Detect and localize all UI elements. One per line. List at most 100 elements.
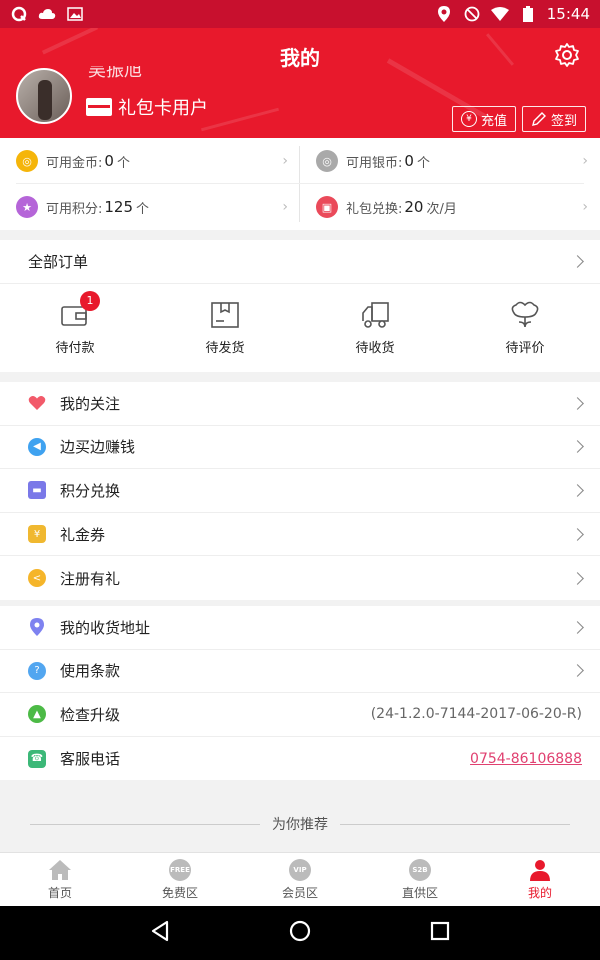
recharge-button[interactable]: ¥ 充值 [452, 106, 517, 132]
menu-item-label: 礼金券 [60, 525, 106, 544]
order-status-label: 待付款 [55, 340, 95, 356]
menu-group-2: 我的收货地址 ? 使用条款 ▲ 检查升级 (24-1.2.0-7144-2017… [0, 606, 600, 781]
silver-label: 可用银币: [346, 155, 403, 171]
menu-item-label: 我的收货地址 [60, 618, 151, 637]
cloud-icon [38, 6, 56, 22]
version-text: (24-1.2.0-7144-2017-06-20-R) [370, 706, 582, 723]
order-pending-review[interactable]: 待评价 [450, 284, 600, 372]
home-icon [49, 859, 71, 880]
order-pending-receipt[interactable]: 待收货 [300, 284, 450, 372]
person-icon [530, 859, 550, 881]
silver-coins-cell[interactable]: ◎ 可用银币: 0 个 › [300, 138, 600, 184]
order-badge: 1 [80, 290, 100, 311]
tab-direct-supply[interactable]: S2B 直供区 [360, 853, 480, 906]
menu-item-terms[interactable]: ? 使用条款 [0, 650, 600, 694]
home-button[interactable] [289, 920, 311, 946]
signin-label: 签到 [551, 113, 578, 129]
points-label: 可用积分: [46, 201, 103, 217]
vip-icon: VIP [289, 858, 311, 881]
order-pending-payment[interactable]: 1 待付款 [0, 284, 150, 372]
share-icon: < [28, 569, 46, 588]
gold-coin-icon: ◎ [16, 150, 38, 172]
tab-home[interactable]: 首页 [0, 853, 120, 906]
gift-icon: ▣ [316, 196, 338, 218]
location-icon [435, 6, 453, 22]
menu-item-favorites[interactable]: 我的关注 [0, 382, 600, 426]
points-value: 125 [104, 198, 134, 216]
back-button[interactable] [150, 920, 170, 946]
recents-square-icon [431, 921, 450, 941]
tab-label: 直供区 [401, 885, 438, 900]
chevron-right-icon [571, 255, 584, 268]
gift-value: 20 [404, 198, 424, 216]
order-status-label: 待评价 [505, 340, 545, 356]
image-icon [66, 6, 84, 22]
avatar[interactable] [16, 68, 72, 124]
wallet-icon: 1 [60, 290, 100, 329]
s2b-icon: S2B [409, 858, 431, 881]
wifi-icon [490, 6, 509, 22]
gift-unit: 次/月 [426, 201, 457, 217]
gift-label: 礼包兑换: [346, 201, 403, 217]
tab-label: 会员区 [281, 885, 318, 900]
tab-free-zone[interactable]: FREE 免费区 [120, 853, 240, 906]
menu-item-check-update[interactable]: ▲ 检查升级 (24-1.2.0-7144-2017-06-20-R) [0, 693, 600, 737]
location-pin-icon [28, 618, 46, 637]
chevron-right-icon [571, 571, 584, 585]
chevron-right-icon: › [582, 153, 588, 169]
megaphone-icon: ◀ [28, 437, 46, 456]
card-icon: ▬ [28, 481, 46, 500]
decorative-shard [200, 107, 280, 132]
menu-item-label: 使用条款 [60, 662, 121, 681]
star-icon: ★ [16, 196, 38, 218]
upgrade-arrow-icon: ▲ [28, 705, 46, 724]
order-status-label: 待收货 [355, 340, 395, 356]
menu-item-label: 检查升级 [60, 705, 121, 724]
points-unit: 个 [136, 201, 150, 217]
tab-member-zone[interactable]: VIP 会员区 [240, 853, 360, 906]
menu-item-earn-while-shopping[interactable]: ◀ 边买边赚钱 [0, 426, 600, 470]
tab-label: 首页 [47, 885, 72, 900]
package-icon [210, 301, 240, 329]
gold-coins-cell[interactable]: ◎ 可用金币: 0 个 › [0, 138, 300, 184]
menu-item-points-exchange[interactable]: ▬ 积分兑换 [0, 469, 600, 513]
menu-item-address[interactable]: 我的收货地址 [0, 606, 600, 650]
truck-icon [360, 301, 390, 329]
chevron-right-icon [571, 664, 584, 678]
chevron-right-icon: › [582, 199, 588, 215]
status-time: 15:44 [546, 5, 590, 23]
chevron-right-icon [571, 396, 584, 410]
order-pending-shipment[interactable]: 待发货 [150, 284, 300, 372]
tab-label: 我的 [527, 885, 552, 900]
menu-item-label: 边买边赚钱 [60, 438, 136, 457]
chevron-right-icon: › [282, 199, 288, 215]
settings-button[interactable] [554, 42, 580, 68]
chevron-right-icon [571, 527, 584, 541]
system-nav-bar [0, 906, 600, 960]
menu-item-gift-voucher[interactable]: ¥ 礼金券 [0, 513, 600, 557]
recharge-label: 充值 [481, 113, 508, 129]
all-orders-row[interactable]: 全部订单 [0, 240, 600, 284]
orders-panel: 全部订单 1 待付款 待发货 待收货 待评价 [0, 240, 600, 372]
menu-item-customer-service[interactable]: ☎ 客服电话 0754-86106888 [0, 737, 600, 781]
user-type: 礼包卡用户 [86, 94, 208, 120]
heart-icon [28, 394, 46, 412]
pencil-icon [532, 112, 546, 126]
recommend-divider: 为你推荐 [0, 796, 600, 852]
gift-exchange-cell[interactable]: ▣ 礼包兑换: 20 次/月 › [300, 184, 600, 230]
tab-mine[interactable]: 我的 [480, 853, 600, 906]
silver-unit: 个 [416, 155, 430, 171]
gift-card-icon [86, 98, 112, 116]
flower-icon [510, 301, 540, 329]
points-cell[interactable]: ★ 可用积分: 125 个 › [0, 184, 300, 230]
do-not-disturb-icon [463, 6, 481, 22]
signin-button[interactable]: 签到 [522, 106, 587, 132]
recommend-title: 为你推荐 [272, 817, 328, 833]
silver-coin-icon: ◎ [316, 150, 338, 172]
username: 吴振旭 [88, 66, 142, 78]
menu-item-register-gift[interactable]: < 注册有礼 [0, 556, 600, 600]
status-bar: 15:44 [0, 0, 600, 28]
recents-button[interactable] [430, 921, 450, 945]
menu-item-label: 注册有礼 [60, 569, 121, 588]
phone-number-link[interactable]: 0754-86106888 [470, 751, 582, 767]
